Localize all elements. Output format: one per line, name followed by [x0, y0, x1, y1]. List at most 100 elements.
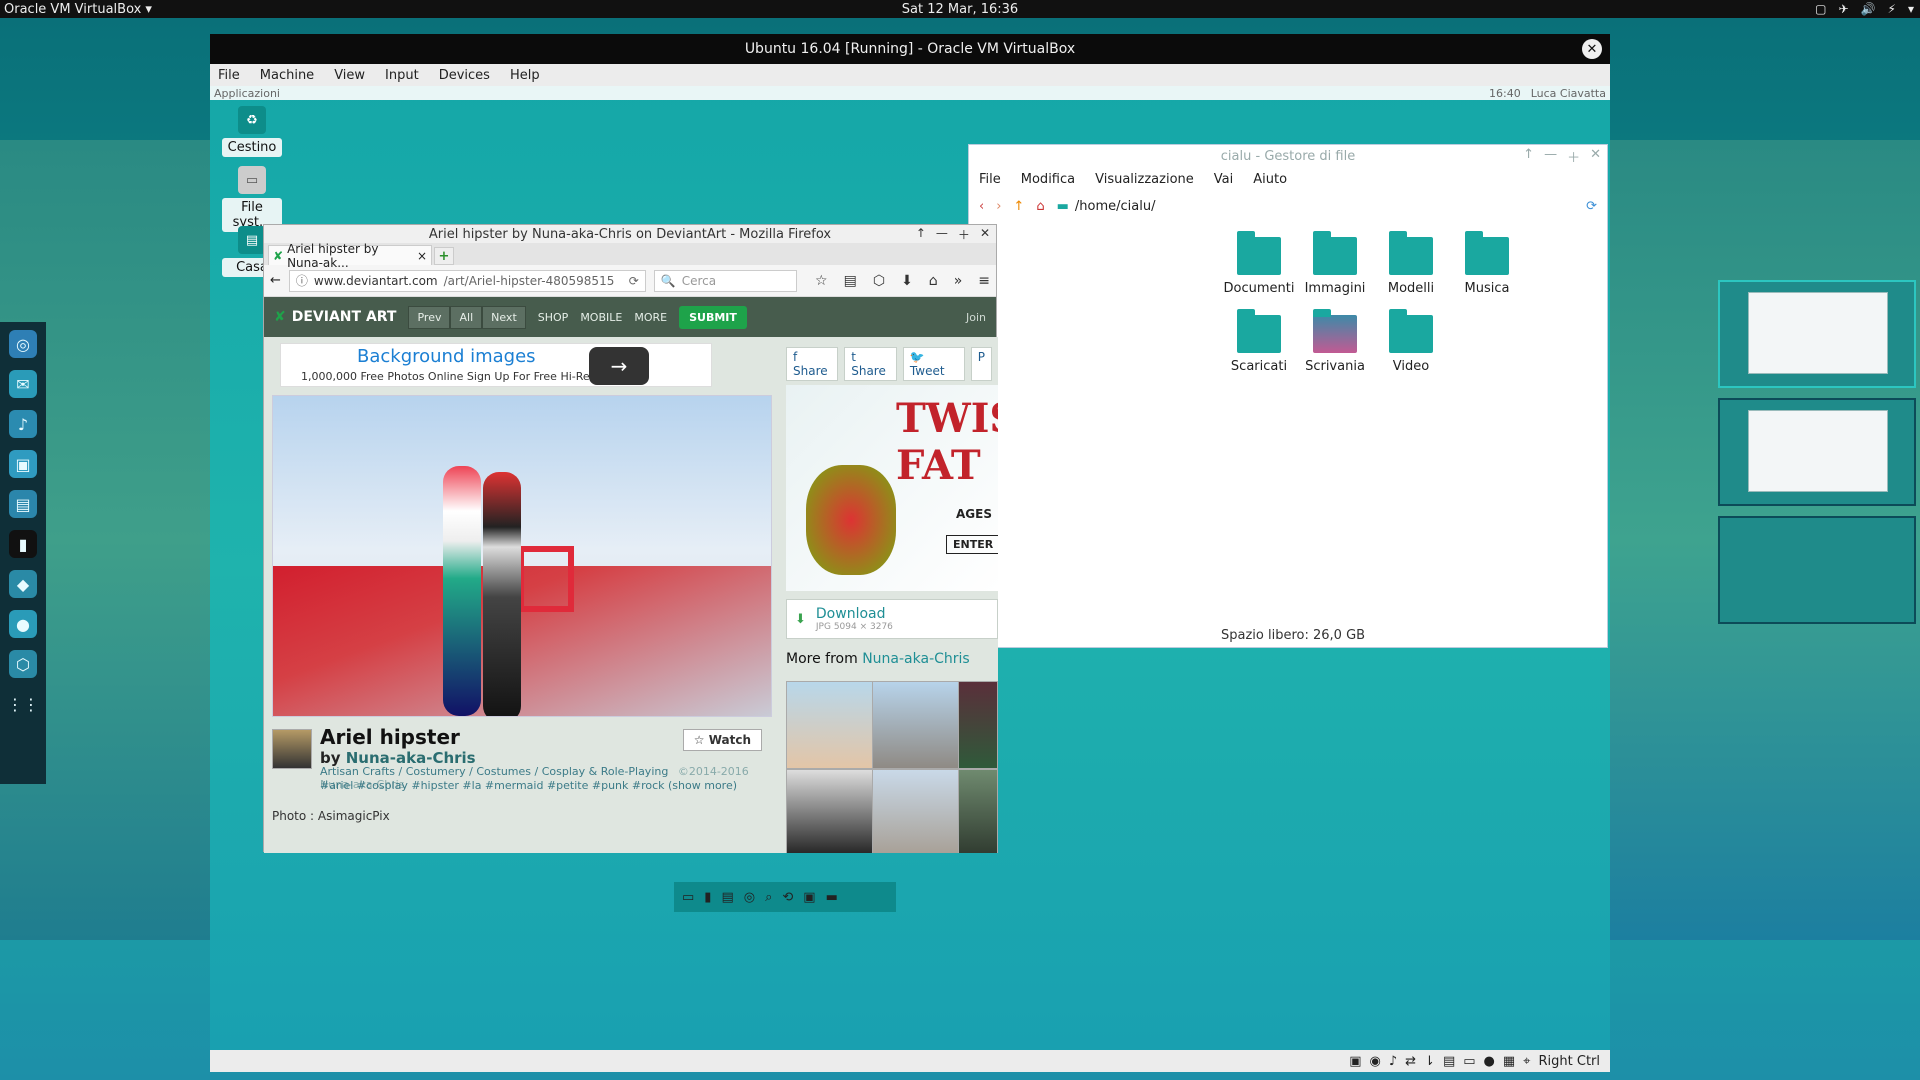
thumbnail[interactable]: [786, 769, 878, 853]
bookmark-icon[interactable]: ☆: [815, 273, 828, 289]
facebook-share-button[interactable]: f Share: [786, 347, 839, 381]
maximize-icon[interactable]: ＋: [1567, 147, 1580, 166]
app-icon[interactable]: ▣: [803, 890, 815, 905]
menu-icon[interactable]: ≡: [978, 273, 990, 289]
network-icon[interactable]: ⇄: [1405, 1054, 1416, 1069]
thumbnail[interactable]: [872, 769, 964, 853]
workspace-1[interactable]: [1718, 280, 1916, 388]
virtualbox-icon[interactable]: ⬡: [9, 650, 37, 678]
browser-icon[interactable]: ◎: [744, 890, 755, 905]
guest-app-menu[interactable]: Applicazioni: [214, 87, 280, 100]
browser-icon[interactable]: ◎: [9, 330, 37, 358]
new-tab-button[interactable]: +: [434, 247, 454, 265]
app-icon[interactable]: ⟲: [782, 890, 793, 905]
desktop-icon[interactable]: ▭: [682, 890, 694, 905]
watch-button[interactable]: ☆ Watch: [682, 729, 762, 751]
fm-menu-aiuto[interactable]: Aiuto: [1253, 172, 1287, 187]
files-icon[interactable]: ▤: [721, 890, 733, 905]
thumbnail[interactable]: [786, 681, 878, 769]
volume-icon[interactable]: 🔊: [1861, 2, 1876, 16]
shared-folders-icon[interactable]: ▤: [1443, 1054, 1455, 1069]
display-icon[interactable]: ▭: [1463, 1054, 1475, 1069]
chat-icon[interactable]: ●: [9, 610, 37, 638]
clipboard-icon[interactable]: ▤: [844, 273, 857, 289]
photos-icon[interactable]: ▣: [9, 450, 37, 478]
thumbnail[interactable]: [958, 681, 998, 769]
next-button[interactable]: Next: [482, 305, 526, 329]
home-icon[interactable]: ⌂: [1036, 199, 1044, 214]
path-bar[interactable]: ▬ /home/cialu/: [1057, 199, 1156, 214]
pin-icon[interactable]: ↑: [1523, 147, 1534, 166]
system-tray[interactable]: ▢ ✈ 🔊 ⚡ ▾: [1815, 2, 1914, 16]
search-icon[interactable]: ⌕: [765, 890, 772, 905]
download-icon[interactable]: ⬇: [901, 273, 913, 289]
vm-menu-help[interactable]: Help: [510, 68, 540, 83]
back-icon[interactable]: ←: [270, 273, 281, 288]
app-grid-icon[interactable]: ⋮⋮: [7, 690, 39, 718]
software-icon[interactable]: ◆: [9, 570, 37, 598]
guest-user[interactable]: Luca Ciavatta: [1531, 87, 1606, 100]
folder-documenti[interactable]: Documenti: [1221, 231, 1297, 296]
window-icon[interactable]: ▢: [1815, 2, 1826, 16]
folder-modelli[interactable]: Modelli: [1373, 231, 1449, 296]
ad-enter-button[interactable]: ENTER: [946, 535, 998, 554]
fm-menu-visualizzazione[interactable]: Visualizzazione: [1095, 172, 1194, 187]
workspace-2[interactable]: [1718, 398, 1916, 506]
thumbnail[interactable]: [872, 681, 964, 769]
clock[interactable]: Sat 12 Mar, 16:36: [902, 2, 1018, 17]
nav-mobile[interactable]: MOBILE: [580, 311, 622, 324]
overflow-icon[interactable]: »: [954, 273, 963, 289]
nav-shop[interactable]: SHOP: [538, 311, 569, 324]
deviantart-logo[interactable]: ✘ DEVIANT ART: [274, 309, 396, 325]
optical-drive-icon[interactable]: ◉: [1369, 1054, 1380, 1069]
url-bar[interactable]: ⓘ www.deviantart.com /art/Ariel-hipster-…: [288, 269, 646, 292]
storage-icon[interactable]: ▣: [1349, 1054, 1361, 1069]
app-icon[interactable]: ▬: [826, 890, 838, 905]
mouse-icon[interactable]: ⌖: [1523, 1054, 1530, 1069]
vm-menu-view[interactable]: View: [334, 68, 365, 83]
prev-button[interactable]: Prev: [408, 305, 451, 329]
folder-video[interactable]: Video: [1373, 309, 1449, 374]
close-icon[interactable]: ✕: [980, 226, 990, 243]
vm-menu-input[interactable]: Input: [385, 68, 419, 83]
fm-menu-vai[interactable]: Vai: [1214, 172, 1233, 187]
app-menu[interactable]: Oracle VM VirtualBox ▾: [4, 2, 152, 17]
mail-icon[interactable]: ✉: [9, 370, 37, 398]
close-tab-icon[interactable]: ×: [417, 249, 427, 263]
vm-menu-devices[interactable]: Devices: [439, 68, 490, 83]
desktop-icon-filesystem[interactable]: ▭ File syst...: [222, 166, 282, 232]
pinterest-share-button[interactable]: P: [970, 347, 992, 381]
tab-deviantart[interactable]: ✘ Ariel hipster by Nuna-ak... ×: [268, 242, 432, 270]
artwork-tags[interactable]: #ariel #cosplay #hipster #la #mermaid #p…: [320, 779, 737, 792]
vm-menu-machine[interactable]: Machine: [260, 68, 314, 83]
terminal-icon[interactable]: ▮: [9, 530, 37, 558]
desktop-icon-trash[interactable]: ♻ Cestino: [222, 106, 282, 157]
nav-more[interactable]: MORE: [634, 311, 667, 324]
folder-musica[interactable]: Musica: [1449, 231, 1525, 296]
sidebar-ad[interactable]: TWIS FAT AGES ENTER: [786, 385, 998, 591]
folder-scrivania[interactable]: Scrivania: [1297, 309, 1373, 374]
caret-down-icon[interactable]: ▾: [1908, 2, 1914, 16]
vm-menu-file[interactable]: File: [218, 68, 240, 83]
pocket-icon[interactable]: ⬡: [873, 273, 885, 289]
join-link[interactable]: Join: [966, 311, 986, 324]
music-icon[interactable]: ♪: [9, 410, 37, 438]
reload-icon[interactable]: ⟳: [629, 274, 639, 288]
home-icon[interactable]: ⌂: [929, 273, 938, 289]
submit-button[interactable]: SUBMIT: [679, 305, 747, 329]
back-icon[interactable]: ‹: [979, 199, 984, 214]
ad-banner[interactable]: Background images 1,000,000 Free Photos …: [280, 343, 712, 387]
more-from-author[interactable]: Nuna-aka-Chris: [862, 651, 970, 667]
fm-menu-file[interactable]: File: [979, 172, 1001, 187]
main-artwork[interactable]: [272, 395, 772, 717]
guest-time[interactable]: 16:40: [1489, 87, 1521, 100]
fm-menu-modifica[interactable]: Modifica: [1021, 172, 1075, 187]
refresh-icon[interactable]: ⟳: [1586, 199, 1597, 214]
search-field[interactable]: 🔍 Cerca: [653, 269, 798, 292]
download-button[interactable]: ⬇ Download JPG 5094 × 3276: [786, 599, 998, 639]
terminal-icon[interactable]: ▮: [704, 890, 711, 905]
avatar[interactable]: [272, 729, 312, 769]
usb-icon[interactable]: ⇂: [1424, 1054, 1435, 1069]
workspace-3[interactable]: [1718, 516, 1916, 624]
ad-arrow-icon[interactable]: →: [589, 347, 649, 385]
